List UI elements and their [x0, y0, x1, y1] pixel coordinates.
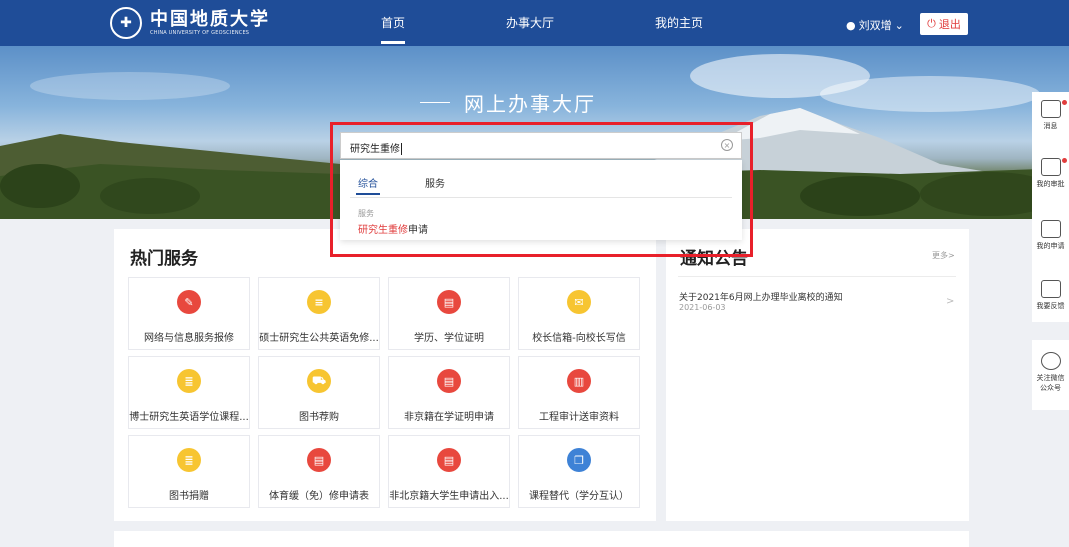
- notices-panel: [666, 229, 969, 521]
- nav-my-homepage[interactable]: 我的主页: [655, 14, 703, 31]
- service-tile[interactable]: ⛟ 图书荐购: [258, 356, 380, 429]
- service-tile[interactable]: ❐ 课程替代（学分互认）: [518, 435, 640, 508]
- banner-title-text: 网上办事大厅: [464, 92, 596, 116]
- edit-icon: ✎: [177, 290, 201, 314]
- sidebar-item-label: 我要反馈: [1036, 302, 1065, 310]
- certificate-icon: ▤: [437, 448, 461, 472]
- mail-icon: ✉: [567, 290, 591, 314]
- service-tile-label: 图书荐购: [299, 412, 339, 423]
- nav-service-hall[interactable]: 办事大厅: [506, 14, 554, 31]
- service-tile[interactable]: ▤ 非京籍在学证明申请: [388, 356, 510, 429]
- book-icon: ❐: [567, 448, 591, 472]
- service-tile[interactable]: ✉ 校长信箱-向校长写信: [518, 277, 640, 350]
- service-tile-label: 学历、学位证明: [414, 333, 484, 344]
- service-tile-label: 非北京籍大学生申请出入...: [389, 491, 509, 502]
- notepad-icon: ≣: [177, 369, 201, 393]
- cart-icon: ⛟: [307, 369, 331, 393]
- service-tile[interactable]: ▥ 工程审计送审资料: [518, 356, 640, 429]
- nav-home[interactable]: 首页: [381, 14, 406, 44]
- service-tile-label: 网络与信息服务报修: [144, 333, 234, 344]
- service-tile[interactable]: ≡ 硕士研究生公共英语免修...: [258, 277, 380, 350]
- logo-english-name: CHINA UNIVERSITY OF GEOSCIENCES: [150, 29, 250, 36]
- sidebar-item-my-applications[interactable]: 我的申请: [1032, 220, 1069, 251]
- notices-more-link[interactable]: 更多>: [932, 250, 955, 261]
- logout-button[interactable]: ⏻ 退出: [920, 13, 968, 35]
- service-tile-label: 博士研究生英语学位课程...: [129, 412, 249, 423]
- service-tile-label: 工程审计送审资料: [539, 412, 619, 423]
- wechat-label-line2: 公众号: [1040, 384, 1061, 392]
- power-icon: ⏻: [927, 17, 936, 30]
- university-logo[interactable]: ✚ 中国地质大学 CHINA UNIVERSITY OF GEOSCIENCES: [110, 7, 270, 39]
- banner-title: 网上办事大厅: [420, 88, 596, 117]
- notices-divider: [678, 276, 956, 277]
- top-header: ✚ 中国地质大学 CHINA UNIVERSITY OF GEOSCIENCES…: [0, 0, 1069, 46]
- sidebar-item-feedback[interactable]: 我要反馈: [1032, 280, 1069, 311]
- service-tile-label: 图书捐赠: [169, 491, 209, 502]
- user-name: 刘双增: [858, 19, 892, 32]
- sidebar-item-label: 我的审批: [1036, 180, 1065, 188]
- notepad-icon: ≣: [177, 448, 201, 472]
- logo-chinese-name: 中国地质大学: [150, 8, 270, 30]
- wechat-label-line1: 关注微信: [1036, 374, 1065, 382]
- sidebar-item-messages[interactable]: 消息: [1032, 100, 1069, 131]
- service-tile[interactable]: ▤ 非北京籍大学生申请出入...: [388, 435, 510, 508]
- hot-services-title: 热门服务: [130, 249, 198, 269]
- chevron-down-icon: ⌄: [894, 18, 904, 32]
- notification-dot: [1062, 158, 1067, 163]
- bottom-panel: [114, 531, 969, 547]
- service-tile-label: 校长信箱-向校长写信: [532, 333, 626, 344]
- university-emblem-icon: ✚: [110, 7, 142, 39]
- certificate-icon: ▤: [307, 448, 331, 472]
- sidebar-item-label: 我的申请: [1036, 242, 1065, 250]
- certificate-icon: ▤: [437, 290, 461, 314]
- approval-document-icon: [1040, 158, 1061, 176]
- annotation-highlight-box: [330, 122, 753, 257]
- feedback-edit-icon: [1040, 280, 1061, 298]
- envelope-icon: [1040, 100, 1061, 118]
- service-tile[interactable]: ▤ 体育缓（免）修申请表: [258, 435, 380, 508]
- user-menu[interactable]: ● 刘双增 ⌄: [846, 14, 914, 36]
- document-icon: ≡: [307, 290, 331, 314]
- sidebar-item-label: 消息: [1043, 122, 1058, 130]
- application-list-icon: [1040, 220, 1061, 238]
- sidebar-item-wechat[interactable]: 关注微信 公众号: [1032, 352, 1069, 393]
- service-tile[interactable]: ≣ 博士研究生英语学位课程...: [128, 356, 250, 429]
- clipboard-icon: ▥: [567, 369, 591, 393]
- service-tile-label: 非京籍在学证明申请: [404, 412, 494, 423]
- service-tile[interactable]: ✎ 网络与信息服务报修: [128, 277, 250, 350]
- service-tile[interactable]: ▤ 学历、学位证明: [388, 277, 510, 350]
- sidebar-item-my-approvals[interactable]: 我的审批: [1032, 158, 1069, 189]
- notice-item-date: 2021-06-03: [679, 303, 726, 312]
- user-icon: ●: [846, 18, 856, 32]
- service-tile-label: 课程替代（学分互认）: [529, 491, 629, 502]
- service-tile[interactable]: ≣ 图书捐赠: [128, 435, 250, 508]
- logout-label: 退出: [938, 18, 961, 31]
- title-decoration-line: [420, 102, 450, 103]
- service-tile-label: 体育缓（免）修申请表: [269, 491, 369, 502]
- certificate-icon: ▤: [437, 369, 461, 393]
- notice-item-title[interactable]: 关于2021年6月网上办理毕业离校的通知: [679, 290, 843, 303]
- chevron-right-icon[interactable]: >: [946, 296, 954, 307]
- wechat-icon: [1040, 352, 1061, 370]
- service-tile-label: 硕士研究生公共英语免修...: [259, 333, 379, 344]
- notification-dot: [1062, 100, 1067, 105]
